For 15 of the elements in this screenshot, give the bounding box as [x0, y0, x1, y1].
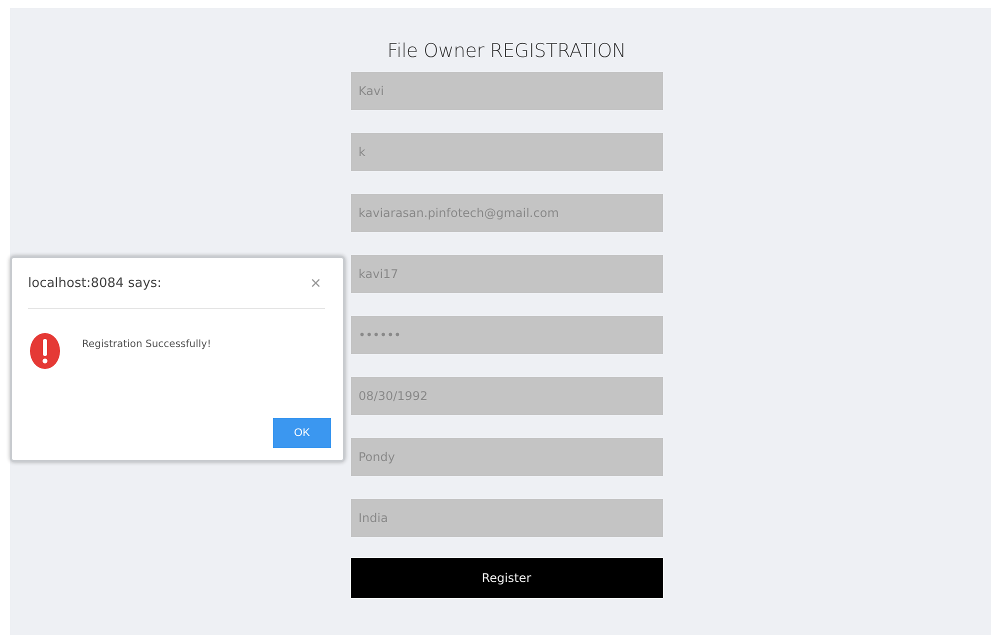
input-field[interactable]: k [350, 133, 662, 171]
input-field[interactable]: Kavi [350, 72, 662, 110]
input-field[interactable]: kaviarasan.pinfotech@gmail.com [350, 194, 662, 232]
input-field[interactable]: India [350, 499, 662, 537]
exclamation-icon [30, 333, 60, 369]
register-button[interactable]: Register [350, 558, 662, 598]
form-title: File Owner REGISTRATION [387, 40, 626, 62]
close-button[interactable]: × [306, 272, 325, 294]
dialog-title: localhost:8084 says: [28, 276, 162, 290]
dialog-message: Registration Successfully! [82, 339, 212, 350]
ok-button[interactable]: OK [273, 418, 331, 448]
input-field[interactable]: •••••• [350, 316, 662, 354]
input-field[interactable]: 08/30/1992 [350, 377, 662, 415]
input-field[interactable]: kavi17 [350, 255, 662, 293]
input-field[interactable]: Pondy [350, 438, 662, 476]
